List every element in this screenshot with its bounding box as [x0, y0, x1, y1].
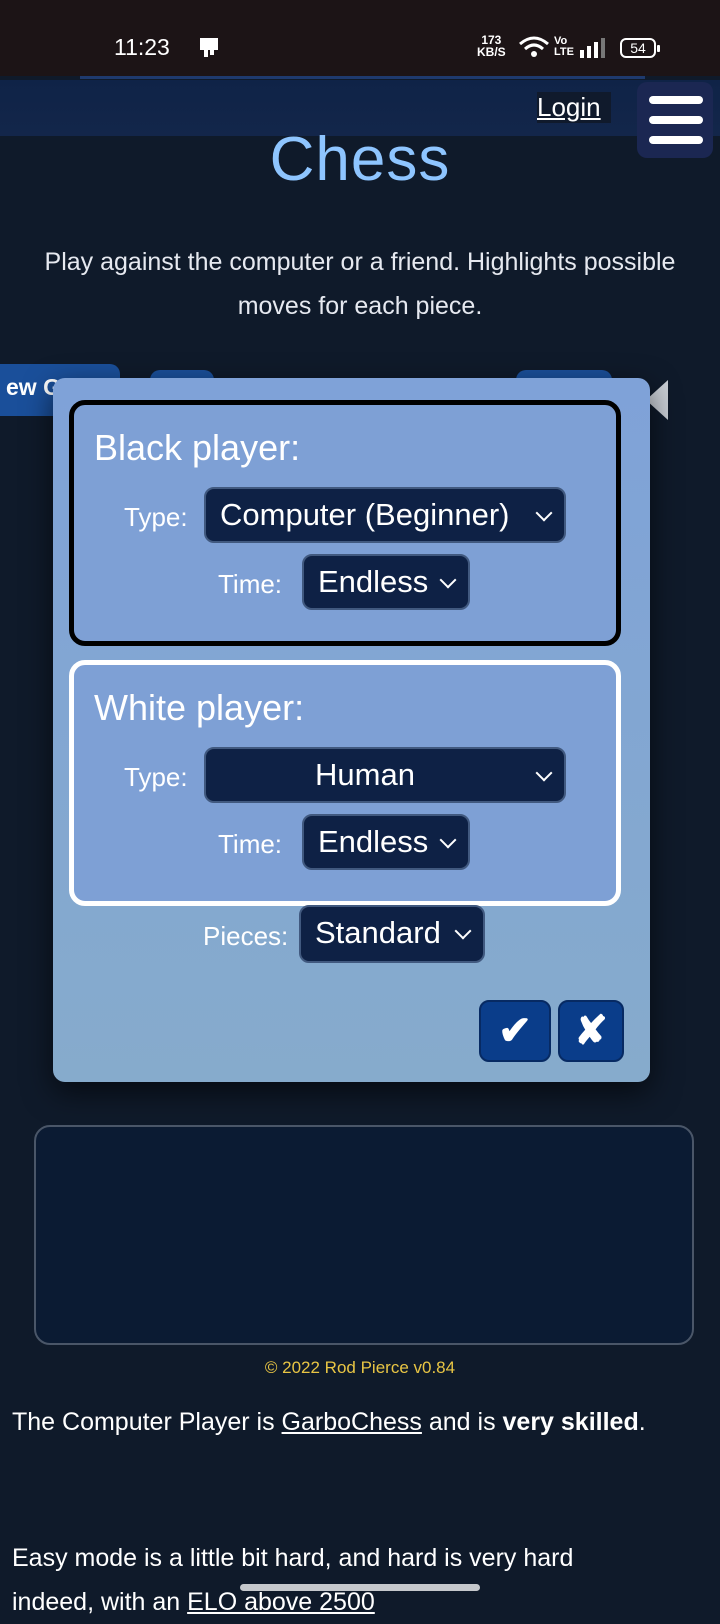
black-time-label: Time: [218, 569, 283, 599]
network-speed-unit: KB/S [477, 45, 506, 59]
copyright: © 2022 Rod Pierce v0.84 [264, 1358, 456, 1377]
login-link[interactable]: Login [537, 92, 611, 123]
white-time-label: Time: [218, 829, 283, 859]
white-type-label: Type: [124, 762, 188, 792]
white-time-select[interactable]: Endless [302, 814, 470, 870]
garbochess-link[interactable]: GarboChess [282, 1408, 422, 1436]
pieces-label: Pieces: [203, 921, 289, 951]
black-type-select[interactable]: Computer (Beginner) [204, 487, 566, 543]
cancel-button[interactable]: ✘ [558, 1000, 624, 1062]
white-player-title: White player: [94, 687, 305, 728]
signal-icon [580, 38, 605, 58]
notification-icon [200, 38, 218, 57]
chevron-down-icon [535, 504, 553, 522]
home-indicator[interactable] [240, 1584, 480, 1591]
pieces-value: Standard [315, 915, 441, 950]
subtitle-line-1: Play against the computer or a friend. H… [44, 248, 676, 276]
network-speed: 173 KB/S [477, 34, 506, 58]
confirm-button[interactable]: ✔ [479, 1000, 551, 1062]
close-icon: ✘ [574, 1009, 608, 1053]
info-text-prefix: The Computer Player is [12, 1408, 282, 1436]
battery-icon: 54 [620, 38, 660, 58]
info-text-bold: very skilled [502, 1408, 639, 1436]
status-bar: 11:23 173 KB/S Vo LTE 54 [0, 0, 720, 76]
checkmark-icon: ✔ [498, 1009, 532, 1053]
black-time-value: Endless [318, 564, 429, 599]
chevron-down-icon [454, 922, 472, 940]
chevron-down-icon [439, 571, 457, 589]
info-text-suffix: . [638, 1408, 646, 1436]
volte-indicator: Vo LTE [554, 36, 574, 58]
white-type-select[interactable]: Human [204, 747, 566, 803]
wifi-icon [519, 36, 549, 57]
difficulty-info: Easy mode is a little bit hard, and hard… [12, 1536, 702, 1624]
new-game-label: ew G [6, 374, 61, 400]
pieces-select[interactable]: Standard [299, 905, 485, 963]
hamburger-icon [649, 96, 703, 104]
subtitle-line-2: moves for each piece. [237, 292, 483, 320]
volte-bottom: LTE [554, 46, 574, 58]
white-player-panel: White player: Type: Human Time: Endless [69, 660, 621, 906]
white-time-value: Endless [318, 824, 429, 859]
page-subtitle: Play against the computer or a friend. H… [0, 240, 720, 328]
black-player-panel: Black player: Type: Computer (Beginner) … [69, 400, 621, 646]
computer-player-info: The Computer Player is GarboChess and is… [12, 1400, 702, 1444]
difficulty-line-2-prefix: indeed, with an [12, 1588, 188, 1616]
elo-link[interactable]: ELO above 2500 [187, 1588, 375, 1616]
black-time-select[interactable]: Endless [302, 554, 470, 610]
move-log-textarea[interactable] [34, 1125, 694, 1345]
chevron-down-icon [535, 764, 553, 782]
hamburger-icon-line [649, 116, 703, 124]
black-type-value: Computer (Beginner) [220, 497, 510, 532]
black-type-label: Type: [124, 502, 188, 532]
difficulty-line-1: Easy mode is a little bit hard, and hard… [12, 1544, 574, 1572]
status-time: 11:23 [114, 34, 170, 60]
black-player-title: Black player: [94, 427, 301, 468]
topbar-underline [80, 76, 645, 79]
new-game-dialog: Black player: Type: Computer (Beginner) … [53, 378, 650, 1082]
white-type-value: Human [315, 757, 415, 792]
chevron-down-icon [439, 831, 457, 849]
page-title: Chess [269, 125, 451, 194]
info-text-mid: and is [421, 1408, 503, 1436]
